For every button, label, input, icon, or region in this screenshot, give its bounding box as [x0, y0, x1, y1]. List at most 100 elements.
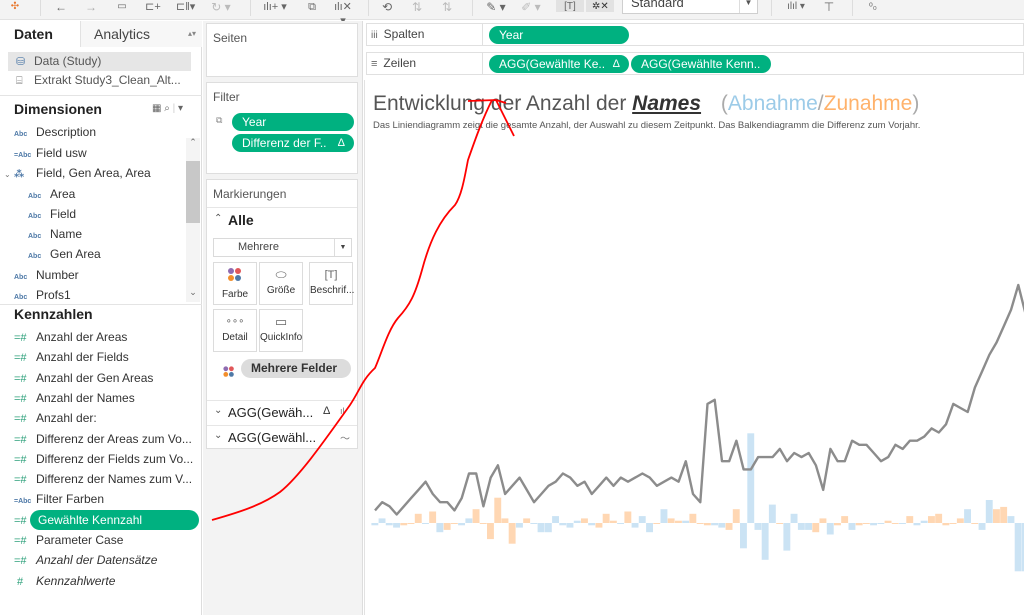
delta-bar[interactable] [935, 513, 943, 523]
delta-bar[interactable] [479, 523, 487, 524]
delta-bar[interactable] [378, 518, 386, 523]
delta-bar[interactable] [573, 520, 581, 523]
highlight-icon[interactable]: ✎ ▾ [485, 0, 507, 18]
delta-bar[interactable] [523, 518, 531, 523]
measure-field[interactable]: =Abc Filter Farben [14, 489, 104, 509]
delta-bar[interactable] [414, 513, 422, 523]
scrollbar-thumb[interactable] [186, 161, 200, 223]
datasource-item[interactable]: ⛁ Data (Study) [8, 52, 191, 71]
dimension-field[interactable]: =Abc Field usw [14, 143, 87, 163]
delta-bar[interactable] [1014, 523, 1022, 572]
measure-field[interactable]: =# Differenz der Fields zum Vo... [14, 449, 193, 469]
delta-bar[interactable] [949, 523, 957, 524]
delta-bar[interactable] [450, 523, 458, 524]
marks-detail-button[interactable]: ∘∘∘ Detail [213, 309, 257, 352]
columns-pill-year[interactable]: Year [489, 26, 629, 44]
delta-bar[interactable] [530, 523, 538, 524]
marks-tooltip-button[interactable]: ▭ QuickInfo [259, 309, 303, 352]
marks-all-row[interactable]: ⌃ Alle [207, 207, 357, 235]
measure-field[interactable]: =# Anzahl der Gen Areas [14, 368, 153, 388]
mark-type-select[interactable]: Mehrere ▼ [213, 238, 352, 257]
dimension-field[interactable]: Abc Area [28, 184, 75, 204]
delta-bar[interactable] [537, 523, 545, 533]
marks-card-bar[interactable]: ⌄ AGG(Gewäh... Δ ıl [207, 400, 357, 425]
delta-bar[interactable] [797, 523, 805, 530]
hierarchy-field[interactable]: ⌄ ⁂ Field, Gen Area, Area [4, 163, 151, 183]
delta-bar[interactable] [855, 523, 863, 526]
delta-bar[interactable] [667, 518, 675, 523]
delta-bar[interactable] [494, 497, 502, 523]
delta-bar[interactable] [385, 523, 393, 526]
delta-bar[interactable] [920, 520, 928, 523]
measure-field[interactable]: =# Anzahl der: [14, 408, 97, 428]
delta-bar[interactable] [602, 513, 610, 523]
delta-bar[interactable] [595, 523, 603, 528]
delta-bar[interactable] [1000, 506, 1008, 523]
delta-bar[interactable] [906, 516, 914, 523]
delta-bar[interactable] [761, 523, 769, 560]
dimension-field[interactable]: Abc Field [28, 204, 76, 224]
delta-bar[interactable] [834, 523, 841, 526]
new-worksheet-icon[interactable]: ılı+ ▾ [262, 0, 288, 18]
delta-bar[interactable] [732, 509, 740, 523]
dimension-field[interactable]: Abc Number [14, 265, 79, 285]
marks-size-button[interactable]: ⬭ Größe [259, 262, 303, 305]
rows-shelf[interactable]: ≡ Zeilen AGG(Gewählte Ke.. Δ AGG(Gewählte … [366, 52, 1024, 75]
measure-field[interactable]: =# Parameter Case [14, 530, 123, 550]
clear-sheet-icon[interactable]: ılı✕ ▾ [330, 0, 356, 27]
delta-bar[interactable] [393, 523, 400, 528]
dimension-field[interactable]: Abc Name [28, 224, 82, 244]
delta-bar[interactable] [841, 516, 849, 523]
refresh-icon[interactable]: ↻ ▾ [210, 0, 232, 18]
group-icon[interactable]: ✐ ▾ [520, 0, 542, 18]
view-grid-icon[interactable]: ▦ [152, 103, 161, 114]
delta-bar[interactable] [790, 513, 798, 523]
redo-icon[interactable]: → [84, 0, 98, 18]
scroll-up-icon[interactable]: ⌃ [186, 137, 200, 148]
delta-bar[interactable] [516, 523, 523, 528]
sort-descending-icon[interactable]: ⇅ [440, 0, 454, 18]
delta-bar[interactable] [566, 523, 574, 528]
datasource-item[interactable]: ⌸ Extrakt Study3_Clean_Alt... [8, 71, 191, 90]
filter-pill-year[interactable]: Year [232, 113, 354, 131]
tableau-logo-icon[interactable]: ✣ [8, 0, 22, 18]
tab-daten[interactable]: Daten [0, 21, 80, 47]
delta-bar[interactable] [653, 523, 661, 524]
delta-bar[interactable] [436, 523, 444, 533]
measure-field[interactable]: =# Anzahl der Areas [14, 327, 127, 347]
marks-card-line[interactable]: ⌄ AGG(Gewähl... 〜 [207, 425, 357, 450]
chevron-down-icon[interactable]: ▾ [178, 103, 183, 114]
delta-bar[interactable] [848, 523, 856, 530]
measure-field[interactable]: =# Anzahl der Names [14, 388, 135, 408]
delta-bar[interactable] [552, 516, 559, 523]
delta-bar[interactable] [581, 518, 588, 523]
title-measure-name[interactable]: Names [632, 92, 701, 115]
columns-shelf[interactable]: iii Spalten Year [366, 23, 1024, 46]
delta-bar[interactable] [443, 523, 451, 530]
measure-field[interactable]: # Kennzahlwerte [14, 571, 115, 591]
delta-bar[interactable] [696, 523, 704, 524]
dimension-field[interactable]: Abc Description [14, 122, 96, 142]
delta-bar[interactable] [913, 523, 921, 526]
measure-field-selected[interactable]: =# Gewählte Kennzahl [14, 510, 205, 530]
delta-bar[interactable] [400, 523, 408, 526]
chevron-down-icon[interactable]: ⌄ [214, 405, 222, 416]
sort-ascending-icon[interactable]: ⇅ [410, 0, 424, 18]
marks-label-button[interactable]: [T] Beschrif... [309, 262, 354, 305]
delta-bar[interactable] [826, 523, 834, 535]
delta-bar[interactable] [501, 518, 509, 523]
delta-bar[interactable] [985, 500, 993, 523]
rows-pill-delta[interactable]: AGG(Gewählte Ke.. Δ [489, 55, 629, 73]
delta-bar[interactable] [740, 523, 747, 549]
delta-bar[interactable] [703, 523, 711, 526]
delta-bar[interactable] [617, 523, 624, 524]
total-line[interactable] [374, 283, 1024, 516]
delta-bar[interactable] [465, 518, 473, 523]
delta-bar[interactable] [675, 520, 682, 523]
delta-bar[interactable] [956, 518, 964, 523]
color-field-pill[interactable]: Mehrere Felder [241, 359, 351, 378]
delta-bar[interactable] [711, 523, 718, 526]
rows-pill-total[interactable]: AGG(Gewählte Kenn.. [631, 55, 771, 73]
search-icon[interactable]: ⌕ [164, 103, 170, 114]
show-me-icon[interactable]: ılıl ▾ [785, 0, 807, 18]
